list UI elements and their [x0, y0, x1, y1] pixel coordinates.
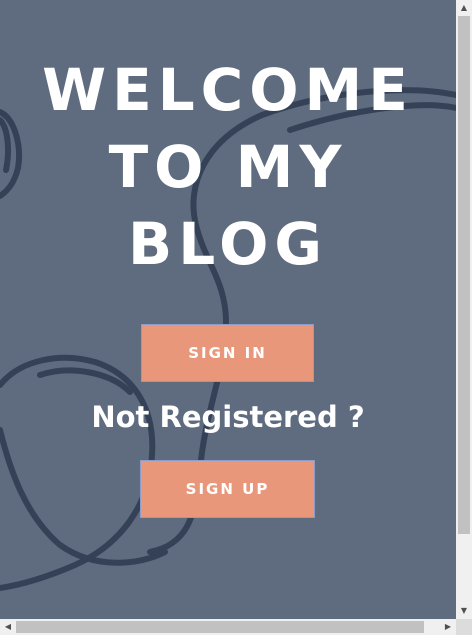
- sign-in-button[interactable]: SIGN IN: [141, 324, 314, 382]
- arrow-down-icon[interactable]: ▼: [456, 603, 472, 619]
- arrow-up-icon[interactable]: ▲: [456, 0, 472, 16]
- sign-up-button[interactable]: SIGN UP: [140, 460, 315, 518]
- scrollbar-corner: [456, 619, 472, 635]
- page-title: WELCOME TO MY BLOG: [0, 52, 456, 283]
- vertical-scroll-thumb[interactable]: [458, 16, 470, 534]
- vertical-scrollbar[interactable]: ▲ ▼: [456, 0, 472, 619]
- sign-in-label: SIGN IN: [188, 344, 267, 362]
- arrow-left-icon[interactable]: ◀: [0, 619, 16, 635]
- horizontal-scrollbar[interactable]: ◀ ▶: [0, 619, 456, 635]
- not-registered-text: Not Registered ?: [91, 400, 365, 434]
- horizontal-scroll-thumb[interactable]: [16, 621, 424, 633]
- title-line-1: WELCOME: [42, 56, 414, 124]
- sign-up-label: SIGN UP: [185, 480, 270, 498]
- page-viewport: WELCOME TO MY BLOG SIGN IN Not Registere…: [0, 0, 456, 619]
- title-line-3: BLOG: [127, 210, 328, 278]
- arrow-right-icon[interactable]: ▶: [440, 619, 456, 635]
- title-line-2: TO MY: [108, 133, 348, 201]
